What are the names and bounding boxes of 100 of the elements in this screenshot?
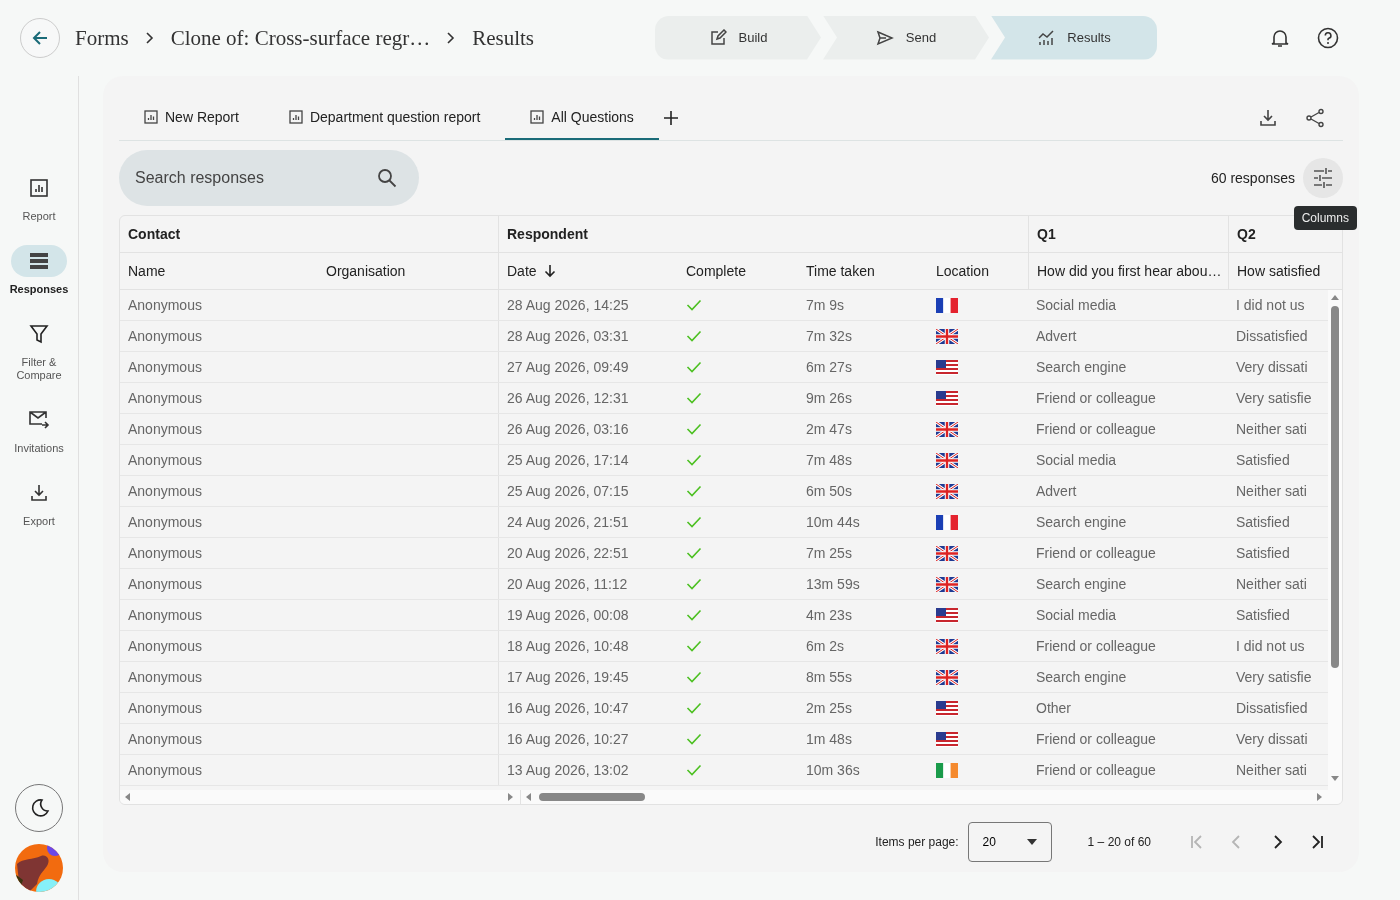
report-tab[interactable]: New Report xyxy=(119,96,264,140)
table-cell-text: Friend or colleague xyxy=(1035,730,1157,749)
sidebar-item[interactable]: Report xyxy=(1,172,77,223)
report-icon xyxy=(530,110,545,124)
dropdown-caret-icon xyxy=(1026,839,1037,845)
vertical-scrollbar[interactable] xyxy=(1328,290,1342,790)
column-header[interactable]: Organisation xyxy=(318,253,498,289)
table-cell-text: Anonymous xyxy=(127,358,203,377)
column-group-header: Q1 xyxy=(1028,216,1228,252)
sort-down-icon xyxy=(543,264,556,278)
edit-icon xyxy=(708,28,727,47)
sidebar-item[interactable]: Invitations xyxy=(1,404,77,455)
table-cell: 26 Aug 2026, 12:31 xyxy=(498,383,678,413)
column-header[interactable]: How satisfied xyxy=(1228,253,1342,289)
table-cell-text: Anonymous xyxy=(127,575,203,594)
table-cell-text: Dissatisfied xyxy=(1235,327,1309,346)
table-cell-text: 6m 27s xyxy=(805,358,853,377)
table-cell-text: Anonymous xyxy=(127,544,203,563)
table-cell-text: Social media xyxy=(1035,606,1118,625)
table-cell-text: I did not us xyxy=(1235,637,1306,656)
column-group-header: Respondent xyxy=(498,216,1028,252)
table-cell-text: 6m 50s xyxy=(805,482,853,501)
table-cell-text: Satisfied xyxy=(1235,544,1291,563)
table-cell-text: 2m 25s xyxy=(805,699,853,718)
table-cell-text: 13m 59s xyxy=(805,575,861,594)
avatar[interactable] xyxy=(15,844,63,892)
step-tab[interactable]: Results xyxy=(991,15,1157,60)
table-cell-text: 7m 25s xyxy=(805,544,853,563)
table-cell-text: Friend or colleague xyxy=(1035,389,1157,408)
table-cell: 13 Aug 2026, 13:02 xyxy=(498,755,678,785)
items-per-page-label: Items per page: xyxy=(875,835,959,849)
table-cell-text: Very dissati xyxy=(1235,730,1309,749)
help-icon[interactable] xyxy=(1317,27,1339,49)
table-cell: 20 Aug 2026, 22:51 xyxy=(498,538,678,568)
table-cell-text: Anonymous xyxy=(127,451,203,470)
report-icon xyxy=(288,110,303,124)
sidebar-item[interactable]: Filter & Compare xyxy=(1,318,77,382)
table-cell-text: I did not us xyxy=(1235,296,1306,315)
column-header[interactable]: How did you first hear abou… xyxy=(1028,253,1228,289)
table-cell-text: Anonymous xyxy=(127,637,203,656)
breadcrumb-link[interactable]: Forms xyxy=(75,25,129,51)
table-cell-text: Search engine xyxy=(1035,668,1128,687)
sidebar-item[interactable]: Responses xyxy=(1,245,77,296)
table-cell-text: Satisfied xyxy=(1235,513,1291,532)
column-header[interactable]: Location xyxy=(928,253,1028,289)
search-field[interactable]: Search responses xyxy=(119,150,419,206)
share-icon[interactable] xyxy=(1305,108,1325,128)
table-cell-text: Anonymous xyxy=(127,482,203,501)
table-cell: 28 Aug 2026, 14:25 xyxy=(498,290,678,320)
table-cell: 19 Aug 2026, 00:08 xyxy=(498,600,678,630)
table-cell-text: Anonymous xyxy=(127,668,203,687)
step-tab[interactable]: Build xyxy=(655,15,821,60)
column-header[interactable]: Complete xyxy=(678,253,798,289)
add-tab-icon[interactable] xyxy=(662,110,679,126)
chevron-right-icon xyxy=(446,31,457,45)
table-cell-text: Other xyxy=(1035,699,1072,718)
table-cell-text: Satisfied xyxy=(1235,606,1291,625)
table-cell-text: Anonymous xyxy=(127,296,203,315)
back-button[interactable] xyxy=(20,18,60,58)
table-cell-text: Dissatisfied xyxy=(1235,699,1309,718)
column-header[interactable]: Time taken xyxy=(798,253,928,289)
table-cell-text: 8m 55s xyxy=(805,668,853,687)
table-cell-text: 7m 32s xyxy=(805,327,853,346)
chevron-right-icon xyxy=(144,31,155,45)
table-cell-text: Search engine xyxy=(1035,358,1128,377)
table-cell-text: Friend or colleague xyxy=(1035,761,1157,780)
sliders-icon xyxy=(1312,168,1334,188)
table-cell: 26 Aug 2026, 03:16 xyxy=(498,414,678,444)
table-cell-text: 1m 48s xyxy=(805,730,853,749)
column-header[interactable]: Name xyxy=(120,253,318,289)
table-cell: 27 Aug 2026, 09:49 xyxy=(498,352,678,382)
filter-icon xyxy=(29,324,49,344)
columns-button[interactable] xyxy=(1303,158,1343,198)
column-group-header: Contact xyxy=(127,225,182,244)
report-tab[interactable]: All Questions xyxy=(505,96,659,140)
table-cell: 16 Aug 2026, 10:47 xyxy=(498,693,678,723)
table-cell-text: Anonymous xyxy=(127,761,203,780)
table-cell-text: Anonymous xyxy=(127,389,203,408)
sidebar-item[interactable]: Export xyxy=(1,477,77,528)
table-cell-text: Search engine xyxy=(1035,513,1128,532)
table-cell-text: 2m 47s xyxy=(805,420,853,439)
table-cell-text: 10m 44s xyxy=(805,513,861,532)
list-icon xyxy=(29,252,49,270)
report-tab[interactable]: Department question report xyxy=(263,96,506,140)
column-header[interactable]: Date xyxy=(498,253,678,289)
table-cell-text: Anonymous xyxy=(127,730,203,749)
download-icon[interactable] xyxy=(1258,108,1278,128)
table-cell-text: 4m 23s xyxy=(805,606,853,625)
table-cell-text: Advert xyxy=(1035,482,1078,501)
table-cell-text: Neither sati xyxy=(1235,482,1308,501)
step-tab[interactable]: Send xyxy=(823,15,989,60)
page-range: 1 – 20 of 60 xyxy=(1087,835,1151,849)
table-cell-text: Search engine xyxy=(1035,575,1128,594)
table-cell: 17 Aug 2026, 19:45 xyxy=(498,662,678,692)
breadcrumb-link[interactable]: Clone of: Cross-surface regr… xyxy=(170,25,431,51)
table-cell: 16 Aug 2026, 10:27 xyxy=(498,724,678,754)
page-size-select[interactable]: 20 xyxy=(967,822,1052,862)
notification-bell-icon[interactable] xyxy=(1269,27,1291,49)
table-cell-text: 6m 2s xyxy=(805,637,846,656)
tooltip: Columns xyxy=(1293,206,1357,230)
